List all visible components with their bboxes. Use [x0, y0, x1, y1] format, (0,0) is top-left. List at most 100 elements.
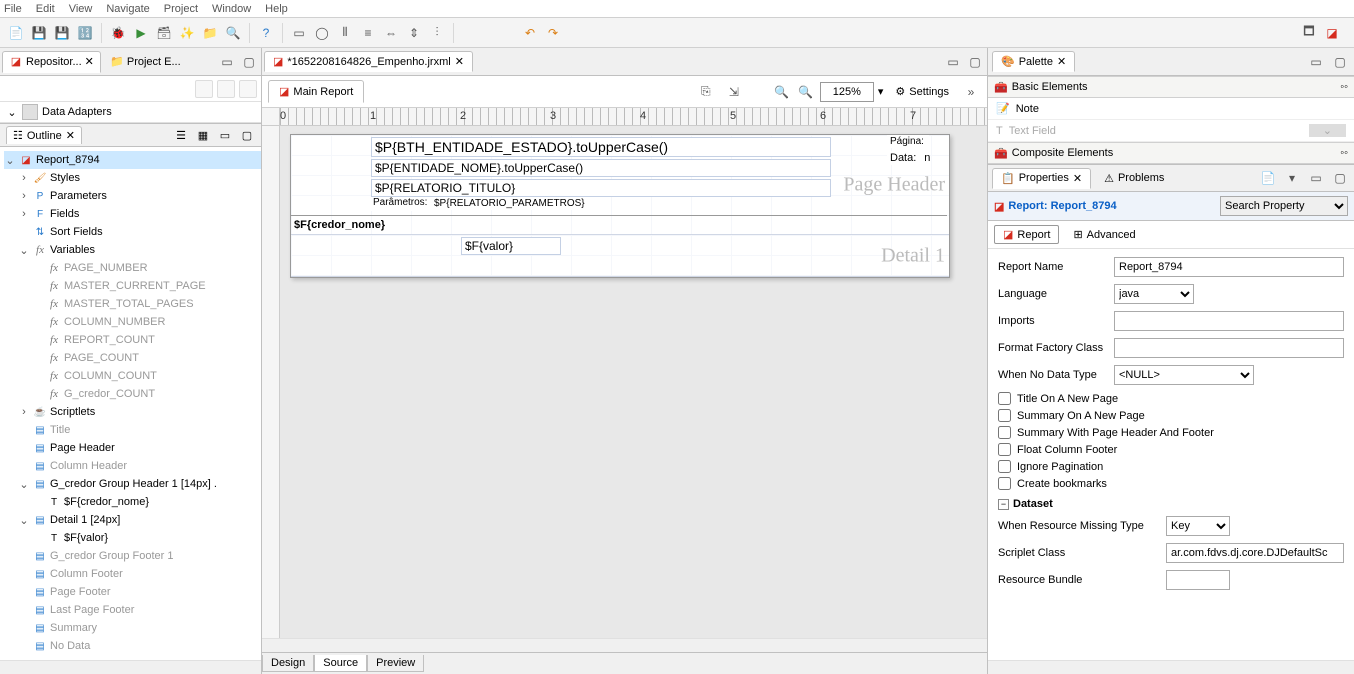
tree-group-footer[interactable]: ▤G_credor Group Footer 1 [4, 547, 261, 565]
resource-bundle-input[interactable] [1166, 570, 1230, 590]
tree-var[interactable]: fxG_credor_COUNT [4, 385, 261, 403]
tree-var[interactable]: fxPAGE_NUMBER [4, 259, 261, 277]
db-icon[interactable]: 🗃 [154, 23, 174, 43]
close-icon[interactable]: ✕ [85, 55, 94, 68]
imports-input[interactable] [1114, 311, 1344, 331]
zoom-in-icon[interactable]: 🔍 [796, 82, 816, 102]
save-icon[interactable]: 💾 [29, 23, 49, 43]
tree-scriptlets[interactable]: ›☕Scriptlets [4, 403, 261, 421]
menu-file[interactable]: File [4, 3, 22, 15]
tree-det-field[interactable]: T$F{valor} [4, 529, 261, 547]
options-icon[interactable] [239, 80, 257, 98]
undo-icon[interactable]: ↶ [520, 23, 540, 43]
separator-line[interactable]: $F{credor_nome} [291, 215, 947, 231]
pin-icon[interactable]: 📄 [1258, 168, 1278, 188]
maximize-icon[interactable]: ▢ [239, 127, 255, 143]
chevron-down-icon[interactable]: ⌄ [1309, 124, 1346, 137]
tree-gh-field[interactable]: T$F{credor_nome} [4, 493, 261, 511]
tree-mode-icon[interactable]: ☰ [173, 127, 189, 143]
tree-var[interactable]: fxPAGE_COUNT [4, 349, 261, 367]
menu-project[interactable]: Project [164, 3, 198, 15]
minimize-icon[interactable]: ▭ [1306, 168, 1326, 188]
valign-icon[interactable]: ⇕ [404, 23, 424, 43]
resize-icon[interactable]: ⇔ [381, 23, 401, 43]
tree-group-header[interactable]: ⌄▤G_credor Group Header 1 [14px] . [4, 475, 261, 493]
maximize-icon[interactable]: ▢ [1330, 168, 1350, 188]
scrollbar[interactable] [0, 661, 261, 674]
minimize-icon[interactable]: ▭ [1306, 52, 1326, 72]
tab-editor-file[interactable]: ◪ *1652208164826_Empenho.jrxml ✕ [264, 51, 473, 72]
close-icon[interactable]: ✕ [455, 55, 464, 68]
tree-variables[interactable]: ⌄fxVariables [4, 241, 261, 259]
report-perspective-icon[interactable]: ◪ [1322, 23, 1342, 43]
maximize-icon[interactable]: ▢ [239, 52, 259, 72]
redo-icon[interactable]: ↷ [543, 23, 563, 43]
tree-page-footer[interactable]: ▤Page Footer [4, 583, 261, 601]
text-field[interactable]: $F{valor} [461, 237, 561, 255]
help-icon[interactable]: ? [256, 23, 276, 43]
menu-window[interactable]: Window [212, 3, 251, 15]
maximize-icon[interactable]: ▢ [1330, 52, 1350, 72]
zoom-select[interactable] [820, 82, 874, 102]
minimize-icon[interactable]: ▭ [217, 127, 233, 143]
run-icon[interactable]: ▶ [131, 23, 151, 43]
tree-var[interactable]: fxMASTER_TOTAL_PAGES [4, 295, 261, 313]
maximize-icon[interactable]: ▢ [965, 52, 985, 72]
when-no-data-select[interactable]: <NULL> [1114, 365, 1254, 385]
language-select[interactable]: java [1114, 284, 1194, 304]
edit-icon[interactable] [217, 80, 235, 98]
menu-edit[interactable]: Edit [36, 3, 55, 15]
tree-detail[interactable]: ⌄▤Detail 1 [24px] [4, 511, 261, 529]
scriptlet-class-input[interactable] [1166, 543, 1344, 563]
when-res-missing-select[interactable]: Key [1166, 516, 1230, 536]
check-create-bookmarks[interactable] [998, 477, 1011, 490]
check-float-column-footer[interactable] [998, 443, 1011, 456]
close-icon[interactable]: ✕ [1057, 55, 1066, 68]
tree-column-footer[interactable]: ▤Column Footer [4, 565, 261, 583]
text-field[interactable]: n [924, 152, 930, 164]
close-icon[interactable]: ✕ [66, 129, 75, 142]
check-summary-header-footer[interactable] [998, 426, 1011, 439]
distribute-icon[interactable]: ⫶ [427, 23, 447, 43]
subtab-report[interactable]: ◪ Report [994, 225, 1059, 244]
text-field[interactable]: $P{ENTIDADE_NOME}.toUpperCase() [371, 159, 831, 177]
menu-chevron-icon[interactable]: » [961, 82, 981, 102]
tree-var[interactable]: fxCOLUMN_NUMBER [4, 313, 261, 331]
check-summary-new-page[interactable] [998, 409, 1011, 422]
search-property-select[interactable]: Search Property [1220, 196, 1348, 216]
check-ignore-pagination[interactable] [998, 460, 1011, 473]
align-icon[interactable]: ⫴ [335, 23, 355, 43]
scrollbar[interactable] [262, 639, 987, 652]
tree-last-page-footer[interactable]: ▤Last Page Footer [4, 601, 261, 619]
close-icon[interactable]: ✕ [1073, 172, 1082, 185]
tree-root[interactable]: ⌄◪ Report_8794 [4, 151, 261, 169]
wizard-icon[interactable]: ✨ [177, 23, 197, 43]
tree-page-header[interactable]: ▤Page Header [4, 439, 261, 457]
tree-sortfields[interactable]: ⇅Sort Fields [4, 223, 261, 241]
tab-design[interactable]: Design [262, 655, 314, 672]
tool1-icon[interactable]: ⎘ [696, 82, 716, 102]
tab-properties[interactable]: 📋 Properties ✕ [992, 168, 1091, 189]
zoom-out-icon[interactable]: 🔍 [772, 82, 792, 102]
tab-preview[interactable]: Preview [367, 655, 424, 672]
palette-section-composite[interactable]: 🧰 Composite Elements ◦◦ [988, 142, 1354, 164]
chevron-icon[interactable]: ◦◦ [1340, 147, 1348, 159]
minimize-icon[interactable]: ▭ [217, 52, 237, 72]
check-title-new-page[interactable] [998, 392, 1011, 405]
folder-icon[interactable]: 📁 [200, 23, 220, 43]
format-factory-input[interactable] [1114, 338, 1344, 358]
chevron-down-icon[interactable]: ⌄ [6, 106, 18, 119]
settings-button[interactable]: ⚙ Settings [891, 83, 953, 100]
tree-parameters[interactable]: ›PParameters [4, 187, 261, 205]
menu-navigate[interactable]: Navigate [106, 3, 149, 15]
refresh-icon[interactable] [195, 80, 213, 98]
static-text[interactable]: Data: [890, 152, 916, 164]
properties-body[interactable]: Report Name Language java Imports Format… [988, 249, 1354, 660]
tab-main-report[interactable]: ◪ Main Report [268, 80, 364, 103]
text-field[interactable]: $P{BTH_ENTIDADE_ESTADO}.toUpperCase() [371, 137, 831, 157]
scrollbar[interactable] [988, 661, 1354, 674]
chevron-down-icon[interactable]: ▾ [878, 85, 884, 98]
justify-icon[interactable]: ≡ [358, 23, 378, 43]
tree-var[interactable]: fxMASTER_CURRENT_PAGE [4, 277, 261, 295]
perspective-icon[interactable]: 🗖 [1299, 23, 1319, 43]
